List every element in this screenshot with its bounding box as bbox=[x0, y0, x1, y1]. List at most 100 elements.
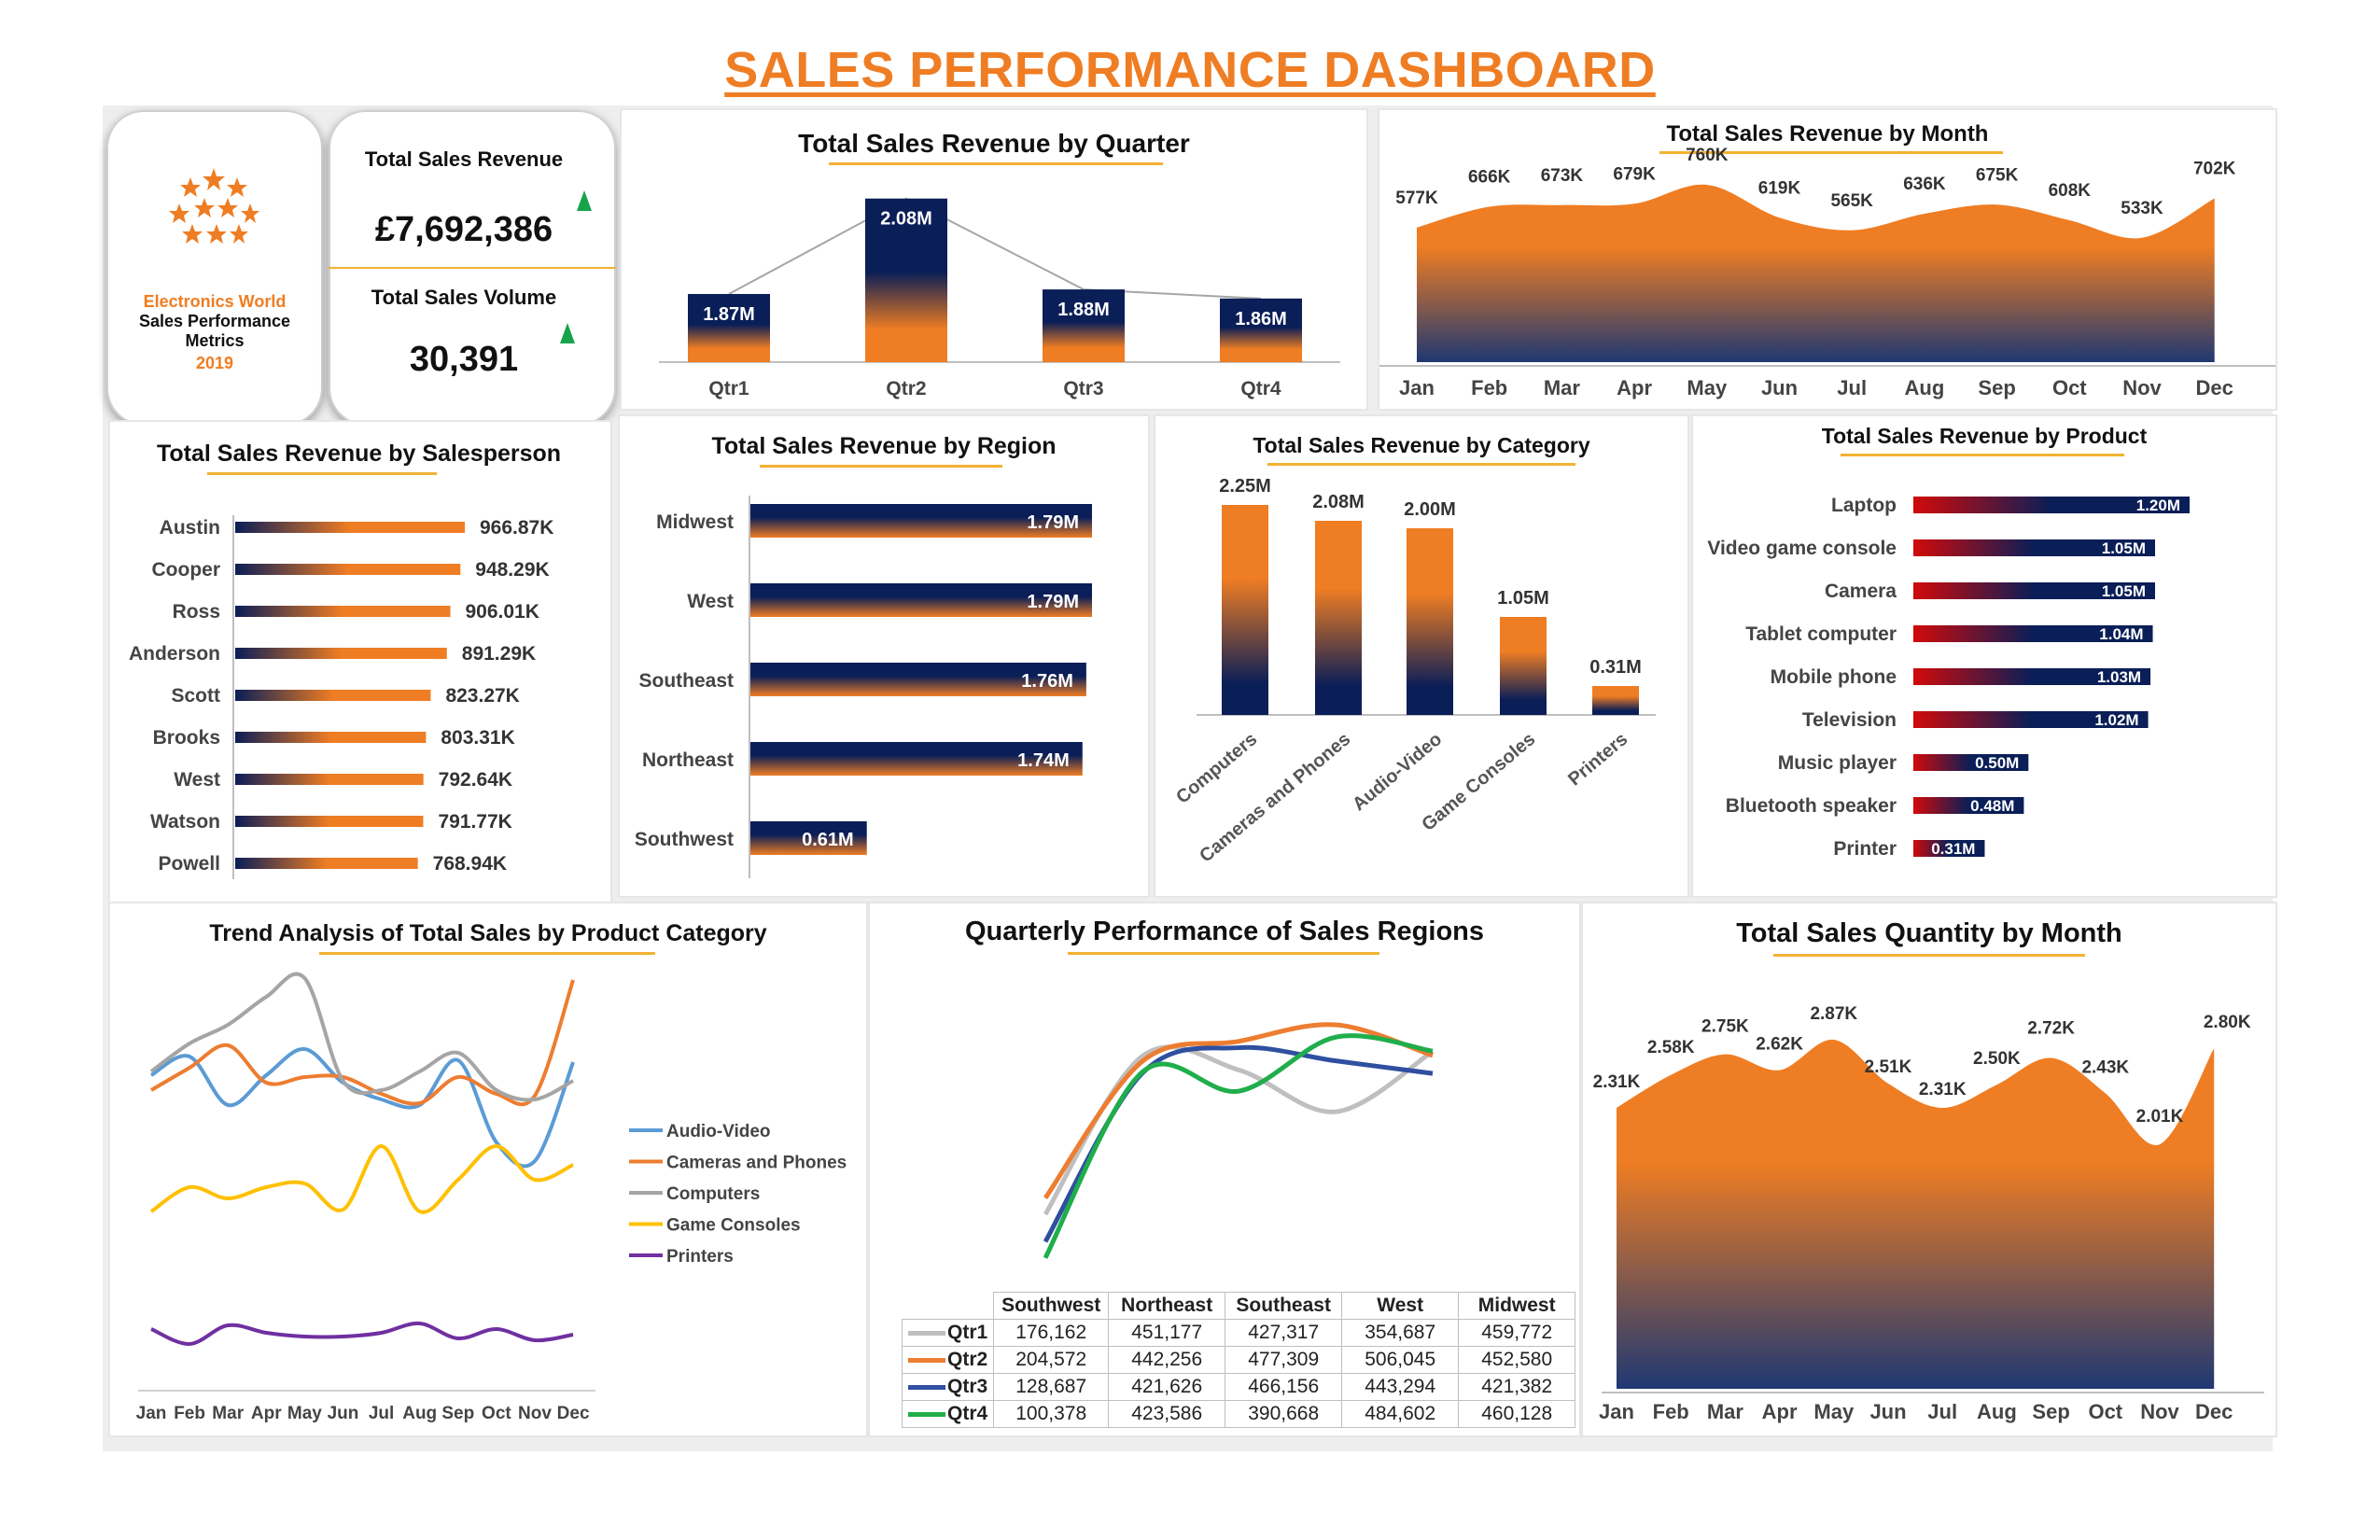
bar-data-label: 1.79M bbox=[1027, 592, 1079, 612]
bar-data-label: 1.74M bbox=[1017, 750, 1070, 771]
legend-label: Qtr3 bbox=[947, 1376, 988, 1397]
table-cell: 176,162 bbox=[993, 1319, 1110, 1347]
bar-Brooks bbox=[235, 732, 427, 743]
bar-data-label: 792.64K bbox=[439, 769, 512, 791]
x-tick-label: Mar bbox=[1544, 376, 1581, 399]
x-tick-label: Jan bbox=[1399, 376, 1435, 399]
y-tick-label: Television bbox=[1802, 709, 1897, 731]
data-label: 673K bbox=[1541, 166, 1584, 186]
legend-label: Cameras and Phones bbox=[666, 1154, 847, 1173]
product-revenue-panel: Total Sales Revenue by Product Laptop 1.2… bbox=[1691, 414, 2277, 898]
legend-swatch bbox=[908, 1411, 945, 1417]
bar-data-label: 2.00M bbox=[1404, 499, 1456, 520]
legend-swatch bbox=[908, 1384, 945, 1390]
x-tick-label: Sep bbox=[2032, 1400, 2069, 1423]
x-tick-label: Computers bbox=[1172, 729, 1261, 808]
table-header: Midwest bbox=[1458, 1292, 1576, 1320]
regions-quarterly-table: Southwest Northeast Southeast West Midwe… bbox=[901, 1292, 1576, 1428]
y-tick-label: Printer bbox=[1833, 838, 1897, 860]
bar-Cooper bbox=[235, 564, 461, 575]
bar-data-label: 2.08M bbox=[1312, 492, 1365, 512]
x-tick-label: Audio-Video bbox=[1349, 729, 1446, 815]
x-tick-label: Sep bbox=[441, 1404, 474, 1423]
dashboard-title: SALES PERFORMANCE DASHBOARD bbox=[724, 42, 1656, 98]
data-label: 2.01K bbox=[2136, 1107, 2184, 1127]
bar-Audio-Video bbox=[1407, 528, 1453, 715]
table-cell: 477,309 bbox=[1225, 1346, 1343, 1374]
quarter-trend-line bbox=[728, 197, 1262, 300]
y-tick-label: Bluetooth speaker bbox=[1726, 795, 1897, 817]
bar-data-label: 0.48M bbox=[1970, 797, 2014, 815]
bar-Watson bbox=[235, 816, 424, 827]
bar-data-label: 2.08M bbox=[880, 209, 932, 230]
data-label: 533K bbox=[2121, 199, 2163, 218]
y-tick-label: West bbox=[687, 591, 734, 612]
table-row-legend: Qtr1 bbox=[901, 1319, 995, 1347]
table-cell: 427,317 bbox=[1225, 1319, 1343, 1347]
salesperson-chart: Austin 966.87K Cooper 948.29K Ross 906.01K And… bbox=[129, 515, 553, 879]
quantity-month-panel: Total Sales Quantity by Month 2.31K Jan 2.… bbox=[1581, 902, 2277, 1437]
data-label: 636K bbox=[1903, 175, 1946, 194]
table-row: Qtr3 128,687 421,626 466,156 443,294 421,382 bbox=[901, 1373, 1576, 1401]
category-chart: 2.25M Computers 2.08M Cameras and Phones 2.0… bbox=[1172, 476, 1656, 867]
table-header: Southwest bbox=[993, 1292, 1110, 1320]
table-row-legend: Qtr3 bbox=[901, 1373, 995, 1401]
x-tick-label: Aug bbox=[402, 1404, 437, 1423]
table-header: Northeast bbox=[1108, 1292, 1226, 1320]
data-label: 666K bbox=[1468, 168, 1511, 188]
data-label: 2.87K bbox=[1810, 1004, 1857, 1024]
brand-card: Electronics World Sales Performance Metr… bbox=[106, 110, 323, 426]
y-tick-label: Austin bbox=[160, 517, 220, 539]
x-tick-label: Nov bbox=[2140, 1400, 2179, 1423]
bar-data-label: 1.05M bbox=[1497, 588, 1549, 609]
bar-data-label: 1.86M bbox=[1235, 309, 1287, 329]
data-label: 565K bbox=[1830, 191, 1873, 211]
table-cell: 204,572 bbox=[993, 1346, 1110, 1374]
data-label: 2.62K bbox=[1756, 1035, 1803, 1055]
x-tick-label: Apr bbox=[1617, 376, 1652, 399]
series-line-Qtr2 bbox=[1043, 1022, 1434, 1200]
globe-stars-logo-icon bbox=[169, 163, 259, 253]
data-label: 702K bbox=[2193, 160, 2236, 179]
data-label: 760K bbox=[1686, 146, 1729, 165]
y-tick-label: Camera bbox=[1825, 581, 1897, 602]
table-cell: 421,626 bbox=[1108, 1373, 1226, 1401]
x-tick-label: Oct bbox=[2052, 376, 2087, 399]
bar-Ross bbox=[235, 606, 451, 617]
bar-Printers bbox=[1592, 686, 1639, 715]
month-revenue-panel: Total Sales Revenue by Month 577K Jan 666K… bbox=[1378, 108, 2277, 411]
trend-up-icon bbox=[577, 190, 592, 211]
bar-Austin bbox=[235, 522, 465, 533]
bar-data-label: 0.31M bbox=[1589, 657, 1642, 678]
table-row-legend: Qtr4 bbox=[901, 1400, 995, 1428]
table-cell: 390,668 bbox=[1225, 1400, 1343, 1428]
table-row: Qtr4 100,378 423,586 390,668 484,602 460,128 bbox=[901, 1400, 1576, 1428]
salesperson-revenue-panel: Total Sales Revenue by Salesperson Austi… bbox=[108, 420, 612, 903]
quarter-revenue-panel: Total Sales Revenue by Quarter 1.87M Qtr1… bbox=[620, 108, 1368, 411]
table-cell: 460,128 bbox=[1458, 1400, 1576, 1428]
bar-data-label: 803.31K bbox=[441, 727, 514, 749]
category-revenue-panel: Total Sales Revenue by Category 2.25M Com… bbox=[1154, 414, 1689, 898]
bar-data-label: 891.29K bbox=[462, 643, 536, 665]
table-row-legend: Qtr2 bbox=[901, 1346, 995, 1374]
series-line-Game Consoles bbox=[149, 1143, 574, 1214]
x-tick-label: Jan bbox=[136, 1404, 167, 1423]
series-line-Audio-Video bbox=[149, 1047, 575, 1169]
brand-subtitle: Sales Performance Metrics bbox=[138, 312, 291, 350]
y-tick-label: Music player bbox=[1778, 752, 1897, 774]
bar-Cameras and Phones bbox=[1315, 521, 1362, 715]
x-tick-label: Mar bbox=[1707, 1400, 1744, 1423]
x-tick-label: Sep bbox=[1978, 376, 2015, 399]
data-label: 577K bbox=[1395, 189, 1438, 208]
legend-label: Qtr2 bbox=[947, 1349, 988, 1370]
table-cell: 506,045 bbox=[1341, 1346, 1460, 1374]
x-tick-label: Oct bbox=[482, 1404, 511, 1423]
bar-data-label: 948.29K bbox=[475, 559, 549, 581]
table-cell: 128,687 bbox=[993, 1373, 1110, 1401]
x-tick-label: Qtr1 bbox=[708, 378, 749, 399]
regions-quarterly-panel: Quarterly Performance of Sales Regions S… bbox=[868, 902, 1581, 1437]
y-tick-label: Ross bbox=[173, 601, 220, 623]
table-cell: 443,294 bbox=[1341, 1373, 1460, 1401]
data-label: 2.72K bbox=[2027, 1019, 2075, 1039]
quantity-chart: 2.31K Jan 2.58K Feb 2.75K Mar 2.62K Apr 2.87K May… bbox=[1593, 1004, 2264, 1423]
